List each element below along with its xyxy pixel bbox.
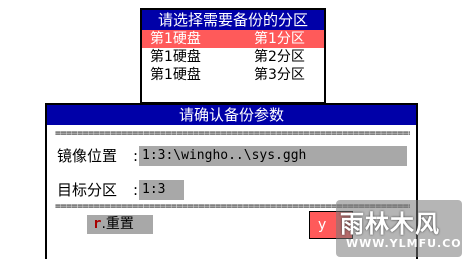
- menu-item-disk: 第1硬盘: [150, 49, 201, 65]
- separator-top: ========================================…: [55, 129, 410, 139]
- menu-item-partition: 第2分区: [254, 49, 305, 65]
- menu-item-disk: 第1硬盘: [150, 67, 201, 83]
- menu-item-partition-1[interactable]: 第1硬盘 第1分区: [142, 30, 324, 48]
- watermark-url: WWW.YLMFU.COM: [346, 237, 464, 250]
- reset-label: .重置: [101, 216, 134, 232]
- target-partition-label: 目标分区: [57, 181, 118, 199]
- watermark-logo: 雨林木风 WWW.YLMFU.COM: [336, 200, 464, 257]
- partition-select-menu: 请选择需要备份的分区 第1硬盘 第1分区 第1硬盘 第2分区 第1硬盘 第3分区: [140, 8, 326, 104]
- target-partition-field[interactable]: 1:3: [139, 180, 184, 200]
- menu-item-disk: 第1硬盘: [150, 31, 201, 47]
- menu-item-partition-2[interactable]: 第1硬盘 第2分区: [142, 48, 324, 66]
- reset-button[interactable]: r.重置: [87, 215, 153, 234]
- dialog-title: 请确认备份参数: [47, 105, 416, 125]
- target-partition-colon: :: [133, 181, 139, 199]
- menu-title: 请选择需要备份的分区: [142, 10, 324, 30]
- watermark-brand: 雨林木风: [340, 210, 440, 238]
- menu-item-partition-3[interactable]: 第1硬盘 第3分区: [142, 66, 324, 84]
- image-location-field[interactable]: 1:3:\wingho..\sys.ggh: [139, 146, 407, 166]
- image-location-colon: :: [133, 147, 139, 165]
- image-location-label: 镜像位置: [57, 147, 118, 165]
- menu-item-partition: 第1分区: [254, 31, 305, 47]
- menu-item-partition: 第3分区: [254, 67, 305, 83]
